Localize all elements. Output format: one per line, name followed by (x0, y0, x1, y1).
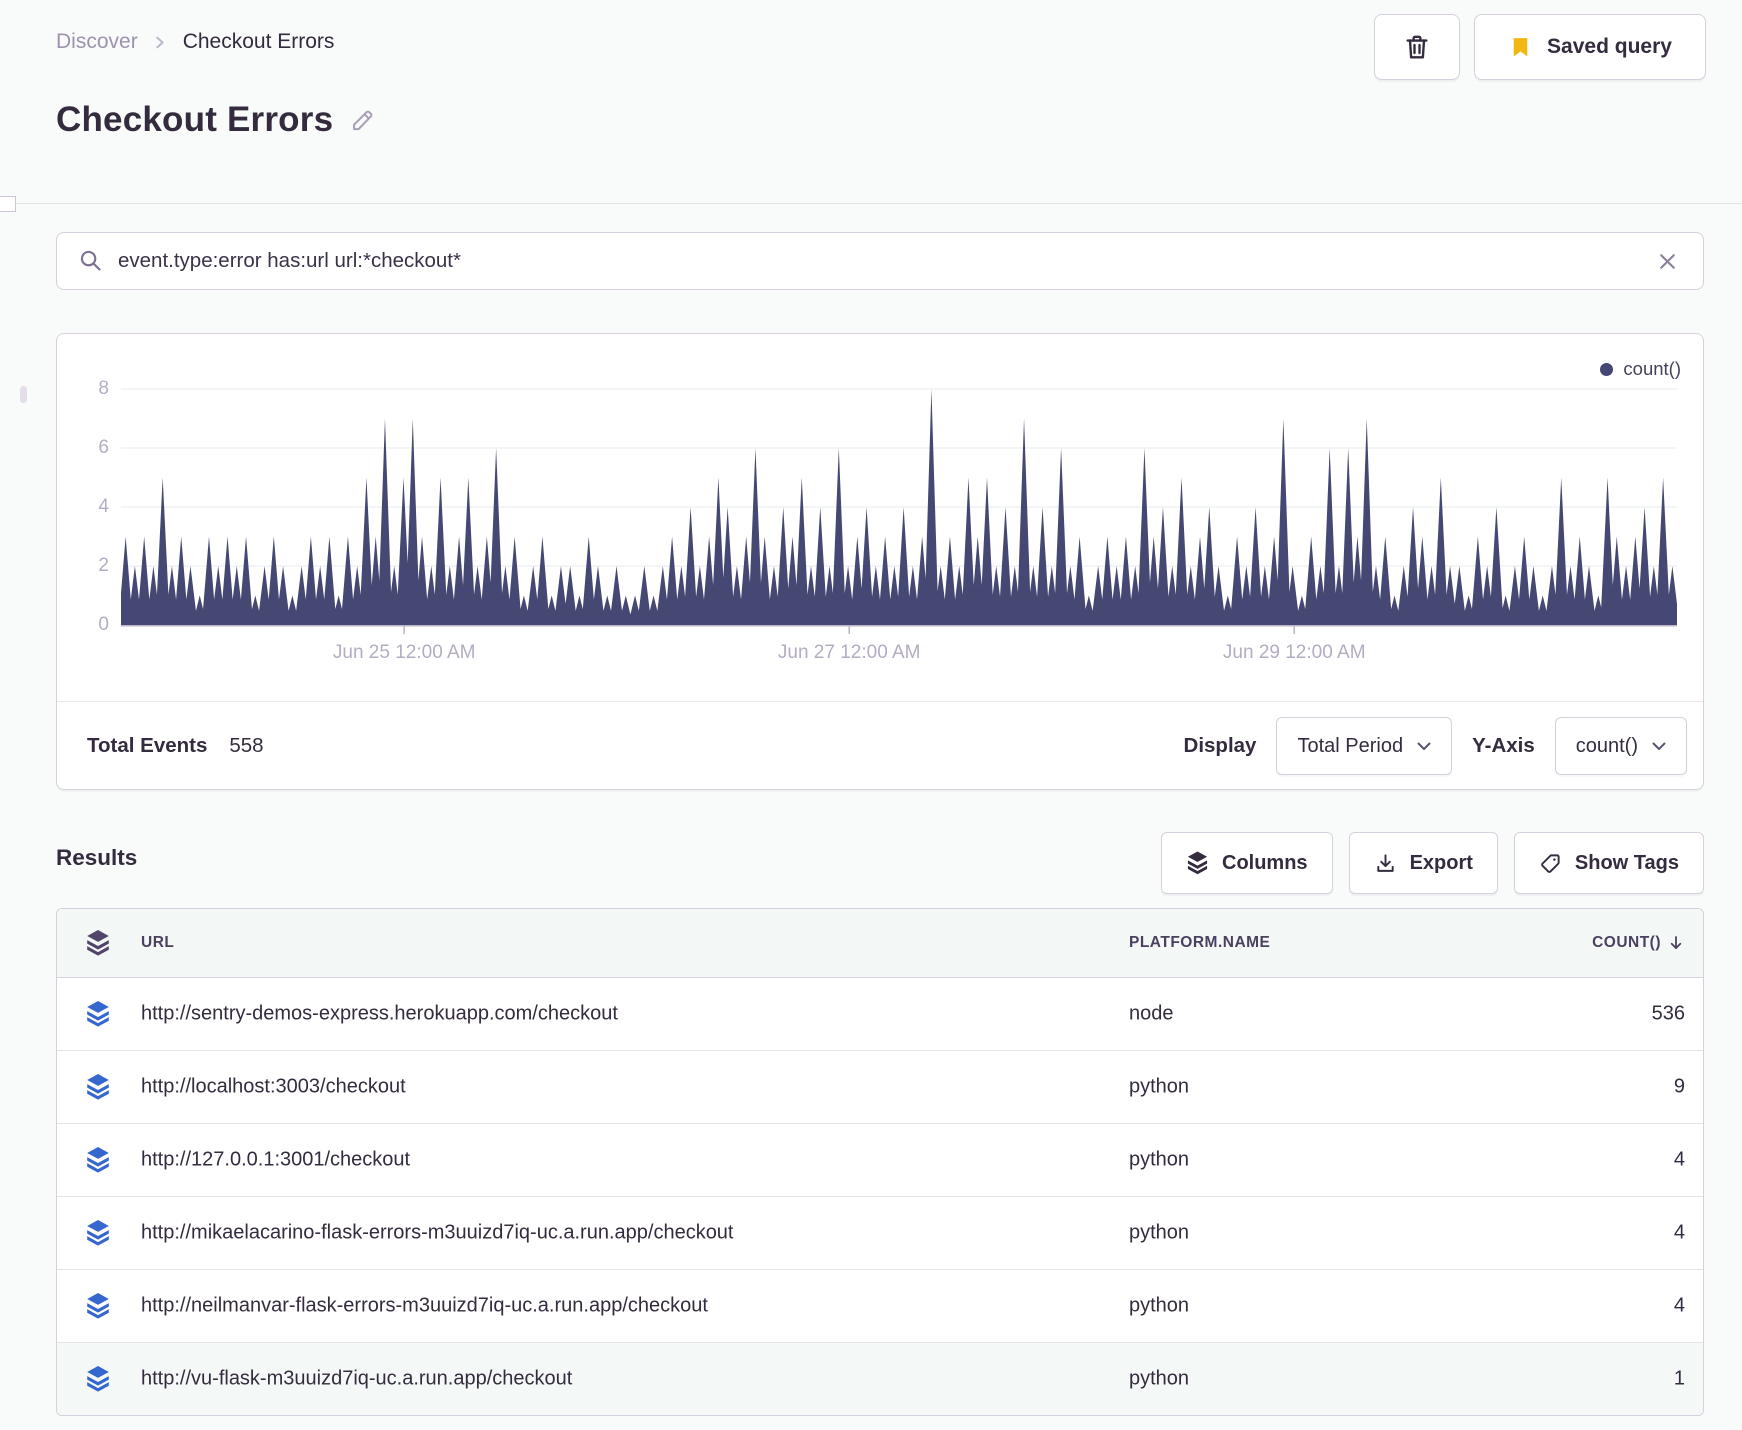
row-url[interactable]: http://localhost:3003/checkout (141, 1076, 406, 1099)
stack-icon[interactable] (85, 1074, 111, 1101)
events-chart-panel: count() 0 2 4 6 8 Jun 25 12:00 AM Jun 27 12:0… (56, 333, 1704, 790)
row-count: 9 (1673, 1075, 1685, 1098)
y-axis-tick-label: 8 (98, 378, 109, 399)
legend-dot-icon (1600, 362, 1614, 376)
yaxis-dropdown[interactable]: count() (1554, 717, 1687, 775)
display-label: Display (1183, 734, 1257, 757)
yaxis-label: Y-Axis (1472, 734, 1535, 757)
tag-icon (1539, 852, 1562, 875)
row-count: 4 (1673, 1221, 1685, 1244)
results-heading: Results (56, 845, 138, 870)
download-icon (1374, 852, 1397, 875)
row-platform: python (1129, 1075, 1190, 1098)
discover-page: Discover Checkout Errors Saved query Che… (0, 0, 1742, 1430)
clear-search-icon[interactable] (1656, 250, 1679, 273)
stack-icon[interactable] (85, 1293, 111, 1320)
stack-icon[interactable] (85, 930, 111, 957)
table-header: URL PLATFORM.NAME COUNT() (57, 909, 1703, 978)
sort-descending-icon (1667, 934, 1685, 952)
breadcrumb-current: Checkout Errors (182, 30, 335, 53)
row-platform: python (1129, 1221, 1190, 1244)
breadcrumb-discover[interactable]: Discover (56, 30, 138, 54)
row-url[interactable]: http://neilmanvar-flask-errors-m3uuizd7i… (141, 1295, 708, 1318)
saved-query-button[interactable]: Saved query (1474, 14, 1706, 80)
row-count: 4 (1673, 1294, 1685, 1317)
display-dropdown-value: Total Period (1297, 734, 1404, 757)
table-row[interactable]: http://127.0.0.1:3001/checkout python 4 (57, 1123, 1703, 1196)
legend-label: count() (1623, 358, 1681, 379)
row-count: 1 (1673, 1367, 1685, 1390)
table-row[interactable]: http://vu-flask-m3uuizd7iq-uc.a.run.app/… (57, 1342, 1703, 1415)
table-row[interactable]: http://localhost:3003/checkout python 9 (57, 1050, 1703, 1123)
table-row[interactable]: http://mikaelacarino-flask-errors-m3uuiz… (57, 1196, 1703, 1269)
export-button[interactable]: Export (1348, 832, 1498, 894)
drag-handle[interactable] (20, 386, 27, 403)
display-dropdown[interactable]: Total Period (1276, 717, 1453, 775)
chart-footer: Total Events 558 Display Total Period Y-… (57, 702, 1703, 790)
bookmark-icon (1508, 35, 1533, 60)
trash-icon (1402, 32, 1432, 62)
search-input[interactable] (116, 248, 1656, 274)
row-url[interactable]: http://sentry-demos-express.herokuapp.co… (141, 1003, 618, 1026)
chevron-down-icon (1652, 742, 1666, 751)
columns-button[interactable]: Columns (1161, 832, 1333, 894)
show-tags-button-label: Show Tags (1574, 851, 1679, 874)
show-tags-button[interactable]: Show Tags (1513, 832, 1704, 894)
yaxis-dropdown-value: count() (1575, 734, 1638, 757)
delete-query-button[interactable] (1374, 14, 1460, 80)
row-url[interactable]: http://vu-flask-m3uuizd7iq-uc.a.run.app/… (141, 1368, 572, 1391)
row-platform: python (1129, 1367, 1190, 1390)
x-axis-tick-label: Jun 29 12:00 AM (1222, 642, 1366, 663)
row-count: 536 (1651, 1002, 1685, 1025)
row-count: 4 (1673, 1148, 1685, 1171)
total-events: Total Events 558 (87, 734, 264, 758)
stack-icon[interactable] (85, 1001, 111, 1028)
x-axis-tick-label: Jun 25 12:00 AM (332, 642, 476, 663)
page-title: Checkout Errors (56, 100, 334, 139)
saved-query-label: Saved query (1547, 35, 1672, 58)
chevron-down-icon (1417, 742, 1431, 751)
row-url[interactable]: http://mikaelacarino-flask-errors-m3uuiz… (141, 1222, 734, 1245)
row-platform: python (1129, 1294, 1190, 1317)
total-events-label: Total Events (87, 734, 208, 757)
table-row[interactable]: http://sentry-demos-express.herokuapp.co… (57, 978, 1703, 1050)
y-axis-tick-label: 4 (98, 496, 109, 517)
y-axis-tick-label: 6 (98, 437, 109, 458)
stack-icon[interactable] (85, 1147, 111, 1174)
row-platform: node (1129, 1002, 1174, 1025)
stack-icon[interactable] (85, 1366, 111, 1393)
total-events-value: 558 (229, 734, 264, 757)
search-bar (56, 232, 1704, 290)
columns-button-label: Columns (1222, 851, 1308, 874)
breadcrumb: Discover Checkout Errors (56, 30, 334, 54)
header-divider (0, 203, 1742, 204)
x-axis-tick-label: Jun 27 12:00 AM (777, 642, 921, 663)
results-table: URL PLATFORM.NAME COUNT() http://sentry-… (56, 908, 1704, 1416)
count-header-label: COUNT() (1592, 934, 1661, 951)
export-button-label: Export (1409, 851, 1473, 874)
edit-title-pencil-icon[interactable] (349, 107, 376, 134)
column-header-url[interactable]: URL (141, 934, 174, 952)
stack-icon (1186, 851, 1209, 875)
search-icon (79, 249, 104, 274)
breadcrumb-chevron-icon (154, 35, 167, 50)
row-url[interactable]: http://127.0.0.1:3001/checkout (141, 1149, 410, 1172)
events-bar-chart[interactable] (121, 382, 1677, 640)
y-axis-tick-label: 2 (98, 555, 109, 576)
chart-legend[interactable]: count() (1600, 358, 1681, 380)
stack-icon[interactable] (85, 1220, 111, 1247)
column-header-count[interactable]: COUNT() (1592, 934, 1685, 952)
table-row[interactable]: http://neilmanvar-flask-errors-m3uuizd7i… (57, 1269, 1703, 1342)
divider-tab (0, 196, 16, 212)
row-platform: python (1129, 1148, 1190, 1171)
column-header-platform[interactable]: PLATFORM.NAME (1129, 934, 1270, 952)
y-axis-tick-label: 0 (98, 614, 109, 635)
